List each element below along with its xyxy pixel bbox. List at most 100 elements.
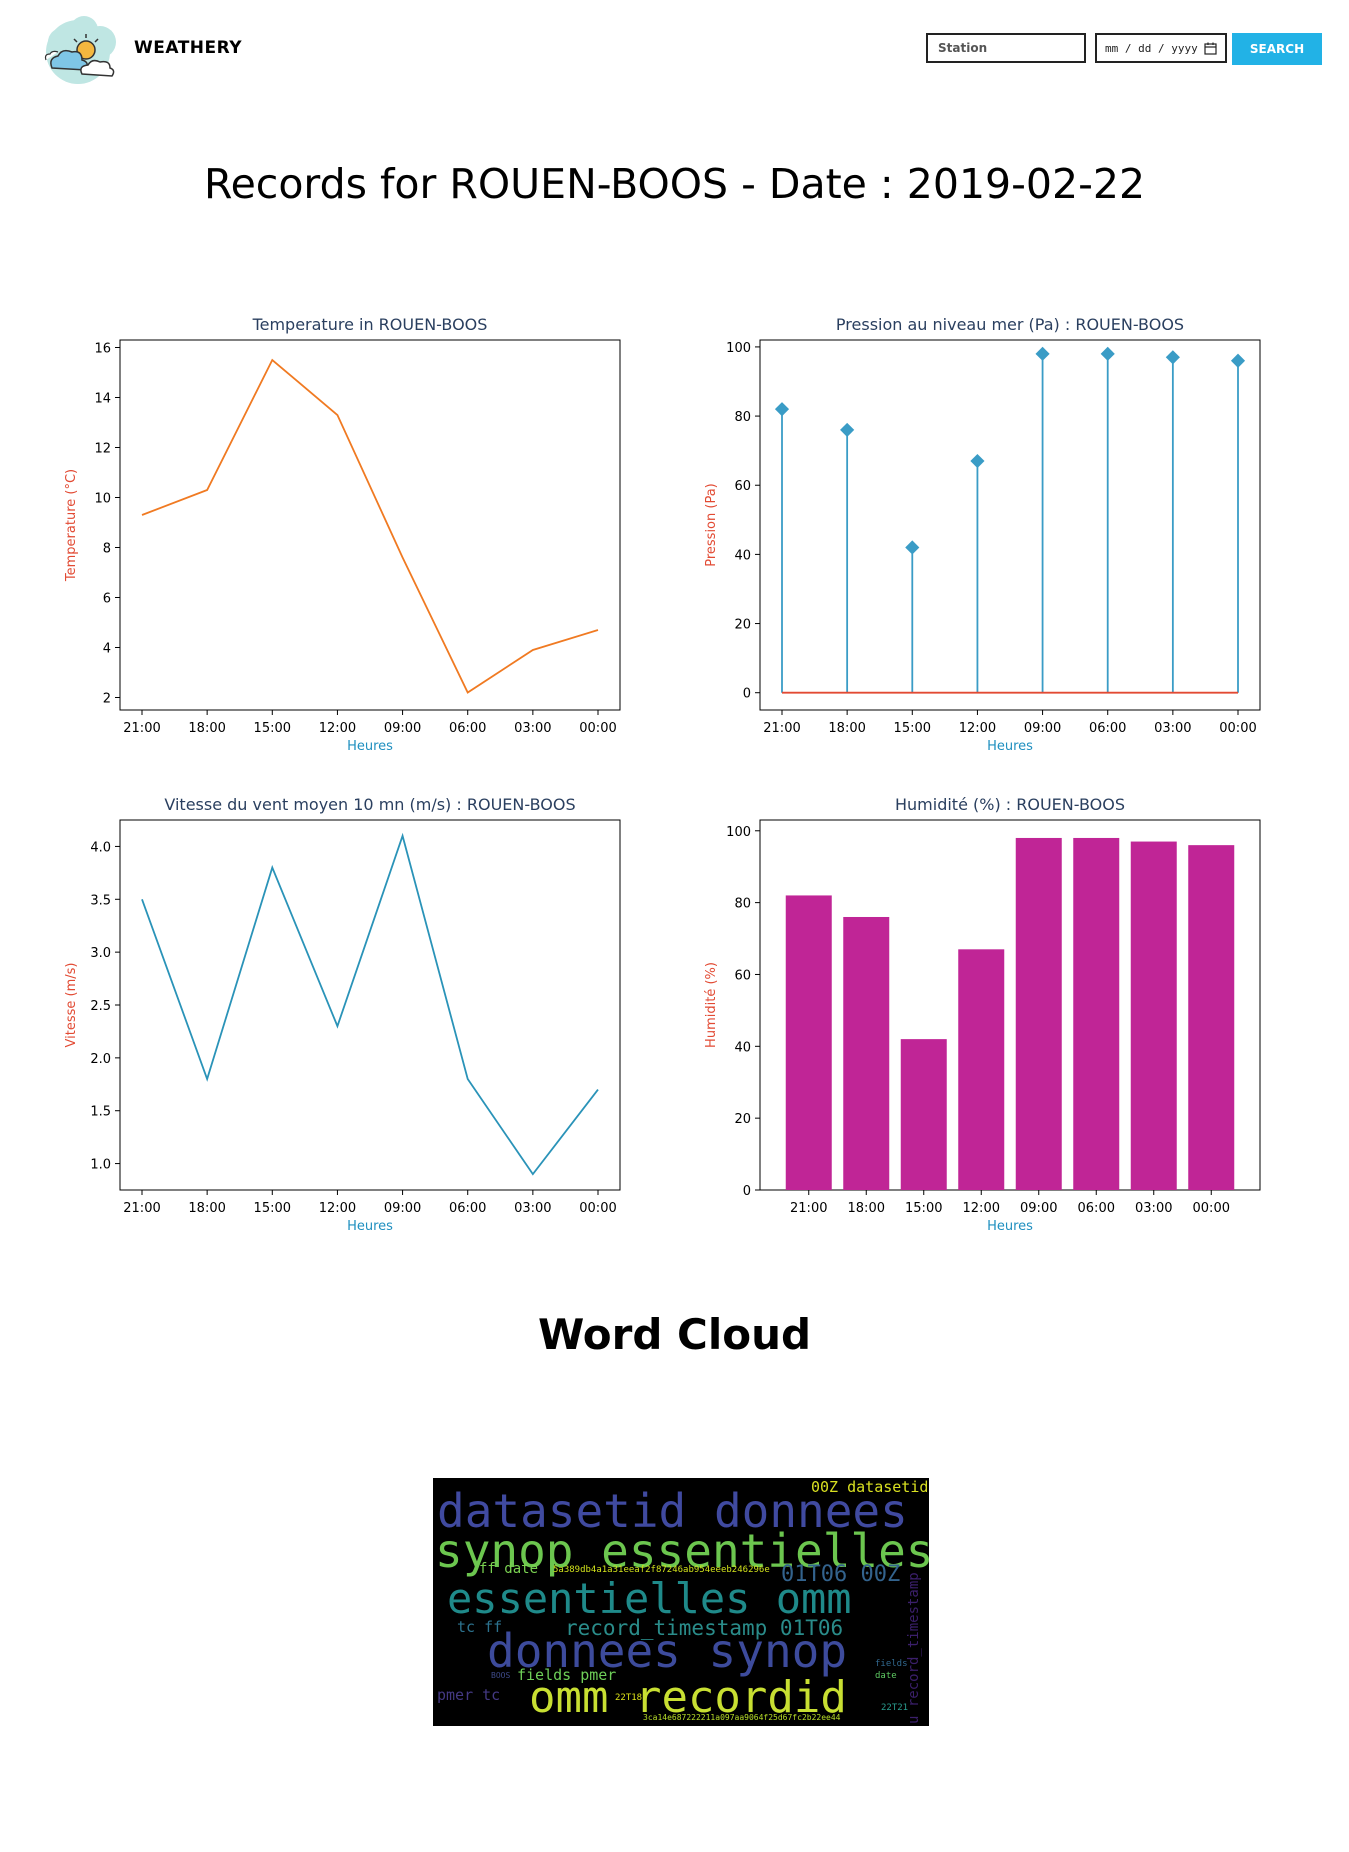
- y-axis-label: Humidité (%): [704, 962, 719, 1048]
- wc-word: tc ff: [457, 1618, 503, 1636]
- x-tick-label: 09:00: [1024, 721, 1061, 736]
- x-tick-label: 15:00: [894, 721, 931, 736]
- x-tick-label: 12:00: [959, 721, 996, 736]
- x-tick-label: 00:00: [1193, 1201, 1230, 1216]
- y-axis-label: Temperature (°C): [64, 469, 79, 582]
- stem-marker: [1100, 346, 1115, 361]
- y-tick-label: 12: [94, 442, 111, 457]
- wc-word: fields: [875, 1659, 908, 1669]
- x-tick-label: 06:00: [1089, 721, 1126, 736]
- bar: [900, 1039, 947, 1190]
- x-tick-label: 00:00: [1219, 721, 1256, 736]
- y-tick-label: 40: [734, 548, 751, 563]
- humidity-chart: Humidité (%) : ROUEN-BOOS 0 20 40 60 80 100 21:…: [704, 795, 1261, 1234]
- x-tick-label: 15:00: [254, 721, 291, 736]
- stem-marker: [774, 402, 790, 417]
- wc-word: BOOS: [491, 1671, 511, 1680]
- bar: [1130, 841, 1177, 1190]
- y-tick-label: 60: [734, 968, 751, 983]
- stem-marker: [840, 422, 855, 437]
- y-tick-label: 80: [734, 410, 751, 425]
- x-axis-label: Heures: [987, 1219, 1033, 1234]
- y-tick-label: 8: [103, 542, 111, 557]
- wordcloud-title: Word Cloud: [537, 1310, 812, 1359]
- weather-logo-icon[interactable]: [38, 12, 126, 88]
- x-tick-label: 15:00: [254, 1201, 291, 1216]
- y-tick-label: 0: [743, 687, 751, 702]
- x-tick-label: 06:00: [449, 721, 486, 736]
- wc-word: 22T21: [881, 1703, 909, 1713]
- station-input[interactable]: [926, 33, 1086, 63]
- x-tick-label: 15:00: [905, 1201, 942, 1216]
- wc-word: 00Z datasetid: [811, 1478, 929, 1496]
- y-tick-label: 3.5: [90, 893, 111, 908]
- y-tick-label: 0: [743, 1184, 751, 1199]
- stem-marker: [905, 540, 920, 555]
- y-tick-label: 40: [734, 1040, 751, 1055]
- x-tick-label: 18:00: [188, 1201, 225, 1216]
- brand-name[interactable]: WEATHERY: [134, 38, 242, 58]
- x-tick-label: 09:00: [1020, 1201, 1057, 1216]
- y-tick-label: 4.0: [90, 840, 111, 855]
- y-axis-label: Pression (Pa): [704, 483, 719, 567]
- stem-marker: [1165, 350, 1180, 365]
- bar: [1188, 845, 1235, 1190]
- wc-word: 22T18: [615, 1693, 643, 1703]
- y-tick-label: 80: [734, 897, 751, 912]
- plot-frame: [119, 819, 621, 1191]
- y-tick-label: 2.0: [90, 1052, 111, 1067]
- word-cloud-image: datasetid donnees synop essentielles ess…: [433, 1478, 929, 1726]
- plot-frame: [759, 819, 1261, 1191]
- x-tick-label: 09:00: [384, 1201, 421, 1216]
- series-line: [141, 832, 599, 1176]
- series-line: [141, 358, 599, 694]
- y-tick-label: 100: [726, 825, 751, 840]
- x-tick-label: 00:00: [579, 1201, 616, 1216]
- y-tick-label: 2.5: [90, 999, 111, 1014]
- y-tick-label: 60: [734, 479, 751, 494]
- x-tick-label: 12:00: [963, 1201, 1000, 1216]
- x-tick-label: 18:00: [188, 721, 225, 736]
- wc-word: fields pmer: [517, 1666, 617, 1684]
- wc-word: 01T06 00Z: [781, 1562, 901, 1587]
- wc-word: record_timestamp 01T06: [565, 1616, 844, 1640]
- x-tick-label: 21:00: [763, 721, 800, 736]
- y-tick-label: 16: [94, 342, 111, 357]
- bar: [1015, 837, 1062, 1190]
- search-button[interactable]: SEARCH: [1232, 33, 1322, 65]
- calendar-icon[interactable]: [1204, 42, 1217, 55]
- x-tick-label: 18:00: [848, 1201, 885, 1216]
- x-tick-label: 03:00: [1154, 721, 1191, 736]
- x-tick-label: 06:00: [1078, 1201, 1115, 1216]
- wc-word: 5a389db4a1a31eeaf2f87246ab954eeeb246296e: [553, 1565, 770, 1575]
- x-axis-label: Heures: [347, 1219, 393, 1234]
- chart-title: Humidité (%) : ROUEN-BOOS: [895, 795, 1125, 814]
- wc-word: date: [875, 1671, 897, 1681]
- wc-word: ff date: [479, 1561, 539, 1577]
- wc-word: pmer tc: [437, 1686, 501, 1704]
- plot-frame: [119, 339, 621, 711]
- y-tick-label: 20: [734, 1112, 751, 1127]
- y-tick-label: 3.0: [90, 946, 111, 961]
- x-tick-label: 18:00: [828, 721, 865, 736]
- x-tick-label: 12:00: [319, 1201, 356, 1216]
- y-tick-label: 2: [103, 692, 111, 707]
- y-tick-label: 10: [94, 492, 111, 507]
- y-tick-label: 1.0: [90, 1158, 111, 1173]
- bar: [1073, 837, 1120, 1190]
- header: WEATHERY mm / dd / yyyy SEARCH: [0, 0, 1349, 100]
- date-input[interactable]: mm / dd / yyyy: [1095, 33, 1227, 63]
- x-axis-label: Heures: [987, 739, 1033, 754]
- x-tick-label: 03:00: [514, 721, 551, 736]
- x-tick-label: 06:00: [449, 1201, 486, 1216]
- x-axis-label: Heures: [347, 739, 393, 754]
- x-tick-label: 12:00: [319, 721, 356, 736]
- y-tick-label: 1.5: [90, 1105, 111, 1120]
- x-tick-label: 03:00: [1135, 1201, 1172, 1216]
- plot-frame: [759, 339, 1261, 711]
- stem-marker: [970, 453, 985, 469]
- x-tick-label: 21:00: [790, 1201, 827, 1216]
- stem-marker: [1035, 346, 1050, 361]
- x-tick-label: 00:00: [579, 721, 616, 736]
- bar: [785, 895, 832, 1190]
